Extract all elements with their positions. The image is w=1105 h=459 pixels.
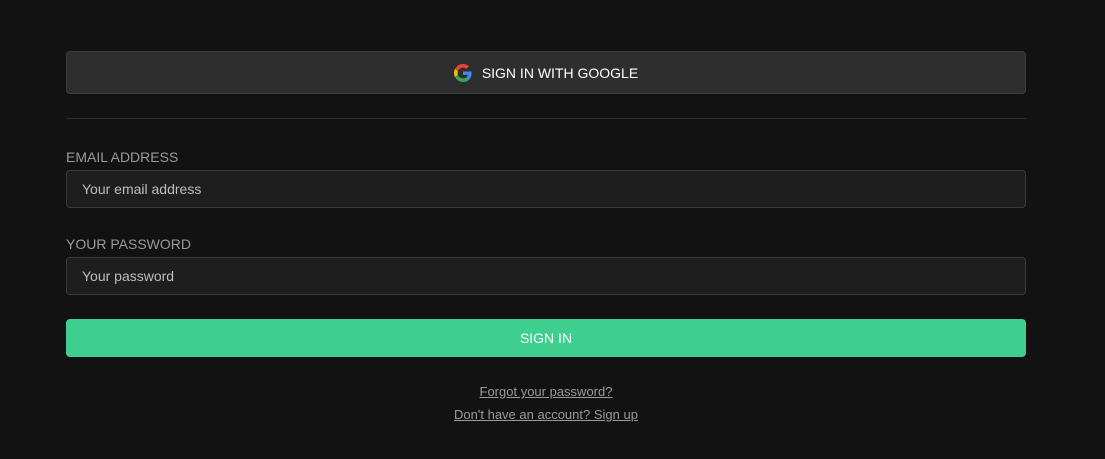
sign-up-link[interactable]: Don't have an account? Sign up <box>454 403 638 426</box>
sign-in-with-google-button[interactable]: SIGN IN WITH GOOGLE <box>66 51 1026 94</box>
password-label: YOUR PASSWORD <box>66 236 191 252</box>
email-field[interactable] <box>66 170 1026 208</box>
google-button-label: SIGN IN WITH GOOGLE <box>481 64 639 81</box>
sign-in-button-label: SIGN IN <box>519 330 573 346</box>
sign-in-button[interactable]: SIGN IN <box>66 319 1026 357</box>
auth-links: Forgot your password? Don't have an acco… <box>66 380 1026 426</box>
email-label: EMAIL ADDRESS <box>66 149 179 165</box>
google-icon <box>453 63 472 82</box>
auth-form: SIGN IN WITH GOOGLE EMAIL ADDRESS YOUR P… <box>66 51 1026 426</box>
forgot-password-link[interactable]: Forgot your password? <box>454 380 638 403</box>
password-field[interactable] <box>66 257 1026 295</box>
divider <box>66 118 1026 119</box>
